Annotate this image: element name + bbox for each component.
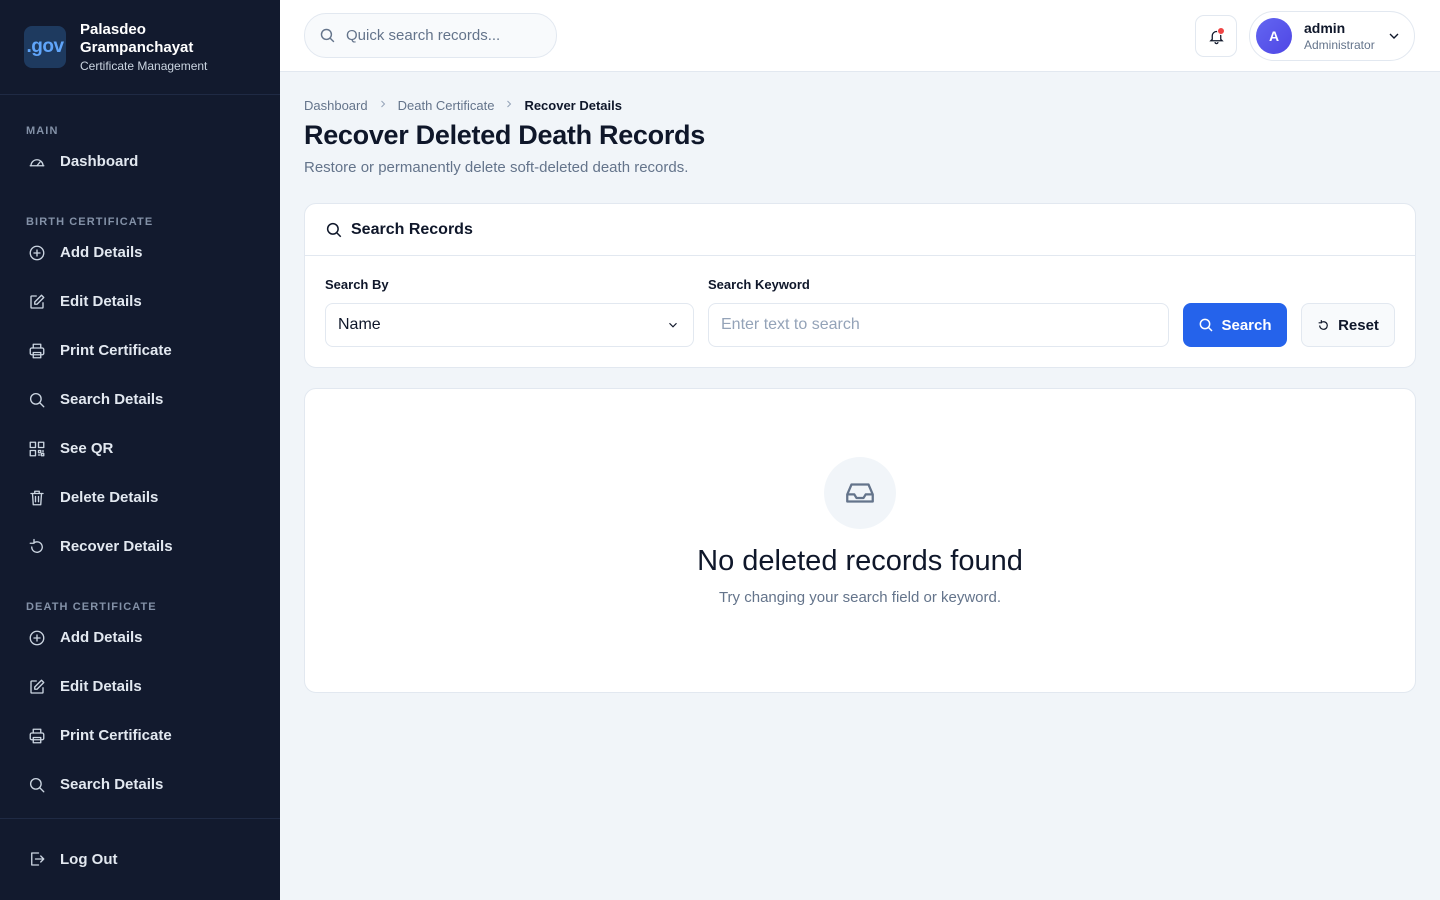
quick-search-input[interactable]: Quick search records... <box>304 13 557 58</box>
rotate-icon <box>28 538 46 556</box>
sidebar-item-death-search[interactable]: Search Details <box>0 760 280 809</box>
empty-state-subtitle: Try changing your search field or keywor… <box>718 589 1002 606</box>
search-by-select[interactable]: Name <box>325 303 694 347</box>
search-icon <box>319 27 336 44</box>
dashboard-icon <box>28 153 46 171</box>
sidebar-item-death-print[interactable]: Print Certificate <box>0 711 280 760</box>
sidebar-item-label: Add Details <box>60 244 143 261</box>
search-keyword-input[interactable]: Enter text to search <box>708 303 1169 347</box>
sidebar-item-label: Add Details <box>60 629 143 646</box>
gov-logo: .gov <box>24 26 66 68</box>
sidebar-item-label: Recover Details <box>60 538 173 555</box>
main-content: Dashboard Death Certificate Recover Deta… <box>304 72 1416 693</box>
search-icon <box>28 391 46 409</box>
search-keyword-label: Search Keyword <box>708 277 810 292</box>
brand-name-line2: Grampanchayat <box>80 39 194 56</box>
sidebar-item-birth-add[interactable]: Add Details <box>0 228 280 277</box>
results-card: No deleted records found Try changing yo… <box>304 388 1416 693</box>
reset-button[interactable]: Reset <box>1301 303 1395 347</box>
sidebar-item-birth-edit[interactable]: Edit Details <box>0 277 280 326</box>
sidebar-item-dashboard[interactable]: Dashboard <box>0 137 280 186</box>
empty-state-title: No deleted records found <box>697 545 1023 577</box>
user-name: admin <box>1304 20 1346 36</box>
user-role: Administrator <box>1304 38 1375 52</box>
sidebar-item-birth-search[interactable]: Search Details <box>0 375 280 424</box>
search-button-label: Search <box>1221 316 1272 334</box>
edit-icon <box>28 678 46 696</box>
sidebar-footer: Log Out <box>0 818 280 900</box>
qr-code-icon <box>28 440 46 458</box>
sidebar-item-label: Edit Details <box>60 293 142 310</box>
search-form: Search By Name Search Keyword Enter text… <box>305 256 1415 368</box>
page-title: Recover Deleted Death Records <box>304 120 705 150</box>
avatar: A <box>1256 18 1292 54</box>
plus-circle-icon <box>28 244 46 262</box>
inbox-icon <box>824 457 896 529</box>
logout-button[interactable]: Log Out <box>0 819 280 899</box>
sidebar-item-label: Print Certificate <box>60 727 172 744</box>
chevron-right-icon <box>377 98 389 113</box>
sidebar-item-death-edit[interactable]: Edit Details <box>0 662 280 711</box>
search-icon <box>1198 317 1214 333</box>
rotate-icon <box>1317 319 1330 332</box>
trash-icon <box>28 489 46 507</box>
search-button[interactable]: Search <box>1183 303 1287 347</box>
search-card-header: Search Records <box>305 204 1415 256</box>
search-icon <box>28 776 46 794</box>
sidebar-item-birth-delete[interactable]: Delete Details <box>0 473 280 522</box>
sidebar-item-label: Dashboard <box>60 153 139 170</box>
nav-section-birth: BIRTH CERTIFICATE <box>26 216 154 228</box>
sidebar-item-label: Delete Details <box>60 489 159 506</box>
breadcrumb: Dashboard Death Certificate Recover Deta… <box>304 98 1416 113</box>
sidebar-item-birth-recover[interactable]: Recover Details <box>0 522 280 571</box>
printer-icon <box>28 342 46 360</box>
search-by-value: Name <box>338 316 381 333</box>
chevron-right-icon <box>503 98 515 113</box>
breadcrumb-death-certificate[interactable]: Death Certificate <box>398 98 495 113</box>
search-by-label: Search By <box>325 277 389 292</box>
sidebar-item-label: See QR <box>60 440 114 457</box>
breadcrumb-dashboard[interactable]: Dashboard <box>304 98 368 113</box>
edit-icon <box>28 293 46 311</box>
sidebar-item-label: Search Details <box>60 776 164 793</box>
brand-subtitle: Certificate Management <box>80 59 208 73</box>
breadcrumb-current: Recover Details <box>524 98 622 113</box>
sidebar-item-label: Edit Details <box>60 678 142 695</box>
sidebar-item-label: Print Certificate <box>60 342 172 359</box>
logout-label: Log Out <box>60 850 118 868</box>
nav-section-main: MAIN <box>26 125 59 137</box>
nav-section-death: DEATH CERTIFICATE <box>26 601 157 613</box>
notification-dot <box>1217 27 1225 35</box>
reset-button-label: Reset <box>1338 316 1379 334</box>
logout-icon <box>28 850 46 868</box>
sidebar-item-birth-qr[interactable]: See QR <box>0 424 280 473</box>
sidebar-nav: MAIN Dashboard BIRTH CERTIFICATE Add Det… <box>0 95 280 809</box>
quick-search-placeholder: Quick search records... <box>346 27 501 44</box>
notifications-button[interactable] <box>1195 15 1237 57</box>
plus-circle-icon <box>28 629 46 647</box>
brand-name-line1: Palasdeo <box>80 21 146 38</box>
search-keyword-placeholder: Enter text to search <box>721 316 860 333</box>
search-icon <box>325 221 343 239</box>
sidebar-item-label: Search Details <box>60 391 164 408</box>
search-records-card: Search Records Search By Name Search Key… <box>304 203 1416 368</box>
sidebar: .gov Palasdeo Grampanchayat Certificate … <box>0 0 280 900</box>
chevron-down-icon <box>669 322 677 328</box>
topbar: Quick search records... A admin Administ… <box>280 0 1440 72</box>
search-card-title: Search Records <box>351 220 473 238</box>
brand: .gov Palasdeo Grampanchayat Certificate … <box>0 0 280 95</box>
chevron-down-icon <box>1386 28 1402 49</box>
sidebar-item-death-add[interactable]: Add Details <box>0 613 280 662</box>
page-subtitle: Restore or permanently delete soft-delet… <box>304 159 689 176</box>
sidebar-item-birth-print[interactable]: Print Certificate <box>0 326 280 375</box>
printer-icon <box>28 727 46 745</box>
user-menu[interactable]: A admin Administrator <box>1249 11 1415 61</box>
